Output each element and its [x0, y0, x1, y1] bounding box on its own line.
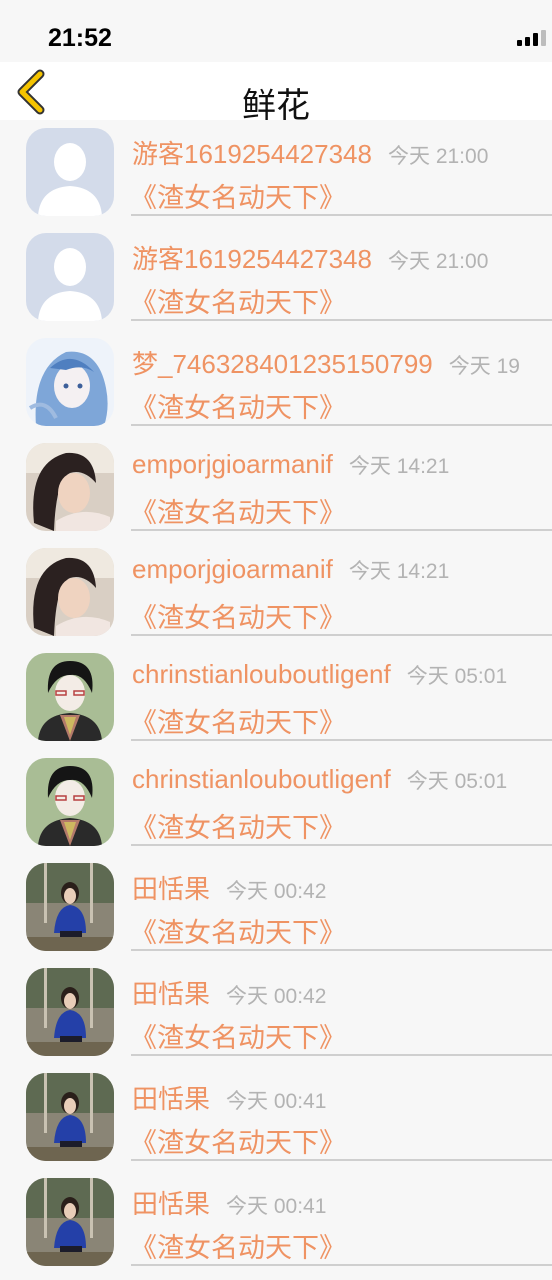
anime-boy-avatar[interactable]	[26, 758, 114, 846]
book-title[interactable]: 《渣女名动天下》	[130, 1016, 346, 1055]
divider	[131, 424, 552, 426]
girl-photo-avatar[interactable]	[26, 443, 114, 531]
divider	[131, 529, 552, 531]
user-name[interactable]: chrinstianlouboutligenf	[132, 659, 391, 689]
timestamp: 今天 19	[448, 355, 520, 378]
divider	[131, 1159, 552, 1161]
divider	[131, 844, 552, 846]
divider	[131, 319, 552, 321]
list-item[interactable]: 游客1619254427348 今天 21:00 《渣女名动天下》	[0, 225, 552, 330]
timestamp: 今天 00:42	[226, 985, 327, 1008]
swing-photo-avatar[interactable]	[26, 863, 114, 951]
list-item[interactable]: chrinstianlouboutligenf 今天 05:01 《渣女名动天下》	[0, 645, 552, 750]
timestamp: 今天 21:00	[387, 145, 489, 168]
book-title[interactable]: 《渣女名动天下》	[130, 281, 346, 320]
book-title[interactable]: 《渣女名动天下》	[130, 911, 346, 950]
list-item[interactable]: chrinstianlouboutligenf 今天 05:01 《渣女名动天下》	[0, 750, 552, 855]
swing-photo-avatar[interactable]	[26, 1178, 114, 1266]
girl-photo-avatar[interactable]	[26, 548, 114, 636]
divider	[131, 1264, 552, 1266]
timestamp: 今天 05:01	[406, 770, 508, 793]
default-avatar-icon[interactable]	[26, 128, 114, 216]
user-name[interactable]: 田恬果	[132, 874, 210, 904]
anime-girl-avatar[interactable]	[26, 338, 114, 426]
divider	[131, 739, 552, 741]
navigation-bar: 鲜花	[0, 62, 552, 126]
list-item[interactable]: 梦_746328401235150799 今天 19 《渣女名动天下》	[0, 330, 552, 435]
timestamp: 今天 05:01	[406, 665, 508, 688]
status-time: 21:52	[48, 24, 112, 52]
list-item[interactable]: emporjgioarmanif 今天 14:21 《渣女名动天下》	[0, 540, 552, 645]
swing-photo-avatar[interactable]	[26, 968, 114, 1056]
user-name[interactable]: 田恬果	[132, 1189, 210, 1219]
default-avatar-icon[interactable]	[26, 233, 114, 321]
user-name[interactable]: 游客1619254427348	[132, 244, 372, 274]
timestamp: 今天 14:21	[348, 455, 450, 478]
divider	[131, 949, 552, 951]
timestamp: 今天 21:00	[387, 250, 489, 273]
timestamp: 今天 00:42	[226, 880, 327, 903]
timestamp: 今天 00:41	[226, 1195, 327, 1218]
user-name[interactable]: emporjgioarmanif	[132, 554, 333, 584]
timestamp: 今天 14:21	[348, 560, 450, 583]
book-title[interactable]: 《渣女名动天下》	[130, 491, 346, 530]
user-name[interactable]: 田恬果	[132, 1084, 210, 1114]
book-title[interactable]: 《渣女名动天下》	[130, 1121, 346, 1160]
divider	[131, 214, 552, 216]
cellular-signal-icon	[517, 30, 546, 46]
swing-photo-avatar[interactable]	[26, 1073, 114, 1161]
user-name[interactable]: 游客1619254427348	[132, 139, 372, 169]
list-item[interactable]: 田恬果 今天 00:41 《渣女名动天下》	[0, 1170, 552, 1275]
list-item[interactable]: 游客1619254427348 今天 21:00 《渣女名动天下》	[0, 120, 552, 225]
book-title[interactable]: 《渣女名动天下》	[130, 806, 346, 845]
timestamp: 今天 00:41	[226, 1090, 327, 1113]
user-name[interactable]: 梦_746328401235150799	[132, 349, 433, 379]
book-title[interactable]: 《渣女名动天下》	[130, 176, 346, 215]
book-title[interactable]: 《渣女名动天下》	[130, 701, 346, 740]
user-name[interactable]: chrinstianlouboutligenf	[132, 764, 391, 794]
list-item[interactable]: 田恬果 今天 00:41 《渣女名动天下》	[0, 1065, 552, 1170]
book-title[interactable]: 《渣女名动天下》	[130, 386, 346, 425]
user-name[interactable]: emporjgioarmanif	[132, 449, 333, 479]
gift-list: 游客1619254427348 今天 21:00 《渣女名动天下》 游客16192…	[0, 120, 552, 1275]
book-title[interactable]: 《渣女名动天下》	[130, 1226, 346, 1265]
divider	[131, 634, 552, 636]
status-bar: 21:52	[0, 0, 552, 62]
anime-boy-avatar[interactable]	[26, 653, 114, 741]
user-name[interactable]: 田恬果	[132, 979, 210, 1009]
list-item[interactable]: 田恬果 今天 00:42 《渣女名动天下》	[0, 960, 552, 1065]
list-item[interactable]: 田恬果 今天 00:42 《渣女名动天下》	[0, 855, 552, 960]
divider	[131, 1054, 552, 1056]
list-item[interactable]: emporjgioarmanif 今天 14:21 《渣女名动天下》	[0, 435, 552, 540]
book-title[interactable]: 《渣女名动天下》	[130, 596, 346, 635]
